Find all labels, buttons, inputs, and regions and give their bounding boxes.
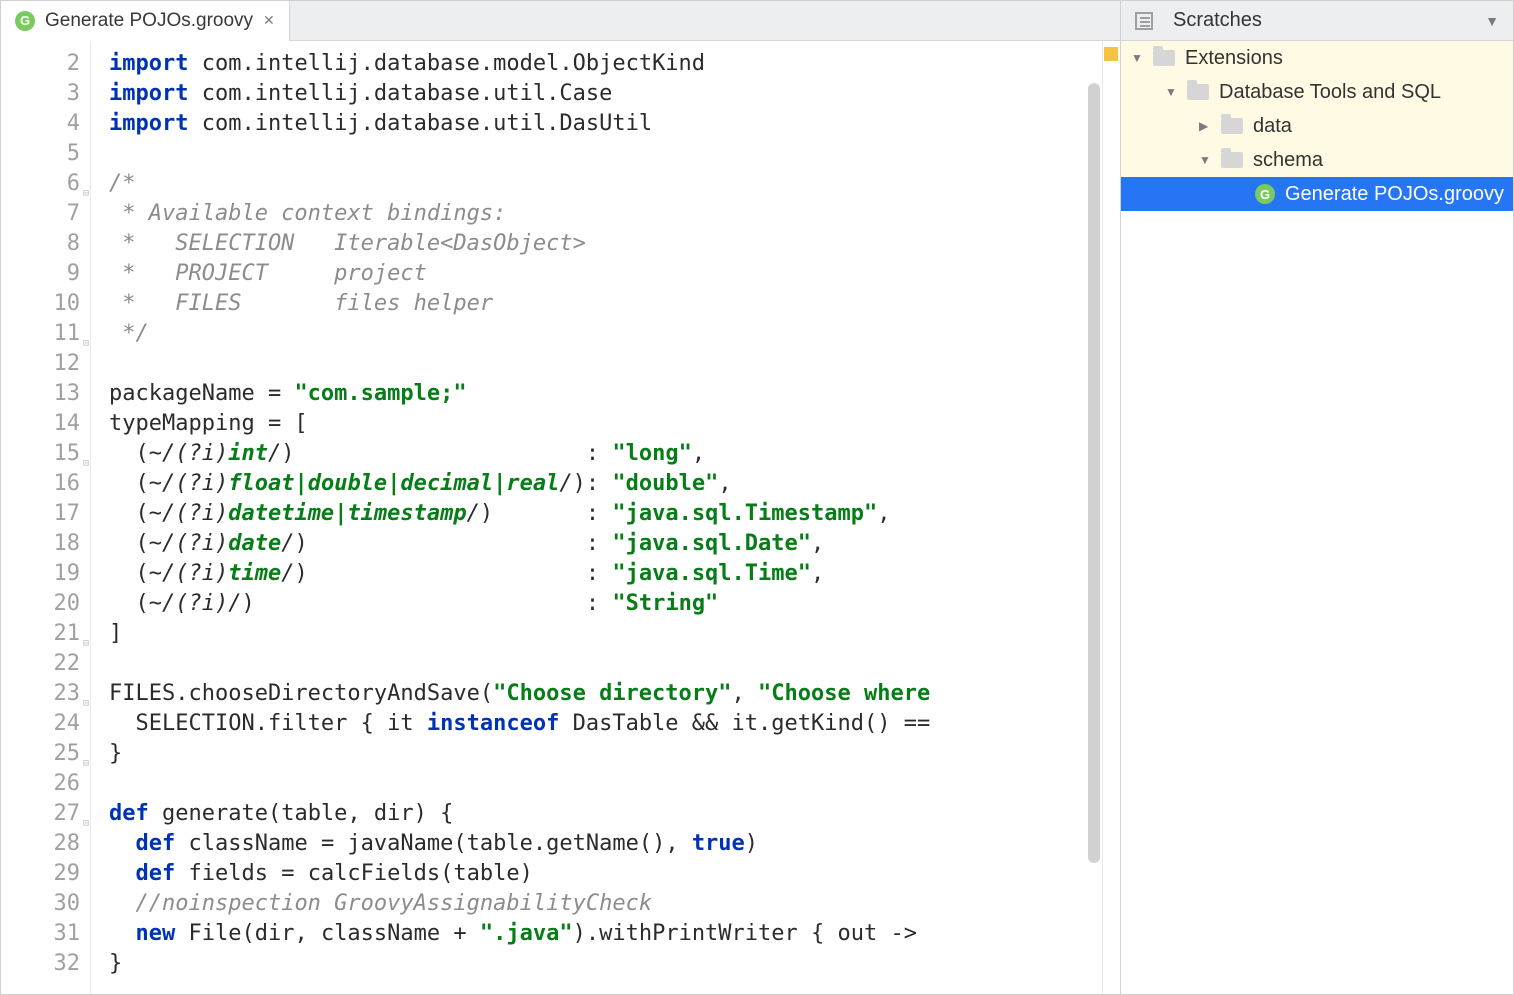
line-number: 31 [1, 919, 80, 949]
chevron-down-icon[interactable]: ▼ [1131, 51, 1149, 65]
editor-pane: G Generate POJOs.groovy ✕ 23456⊟7891011⊟… [1, 1, 1121, 994]
fold-handle-icon[interactable]: ⊟ [79, 629, 89, 639]
toolwindow-header: Scratches ▼ [1121, 1, 1513, 41]
line-number: 22 [1, 649, 80, 679]
tree-node[interactable]: G Generate POJOs.groovy [1121, 177, 1513, 211]
line-number: 15⊟ [1, 439, 80, 469]
chevron-right-icon[interactable]: ▶ [1199, 119, 1217, 133]
line-number: 23⊟ [1, 679, 80, 709]
tree-node[interactable]: ▶ data [1121, 109, 1513, 143]
editor-body: 23456⊟7891011⊟12131415⊟161718192021⊟2223… [1, 41, 1120, 994]
groovy-file-icon: G [15, 11, 35, 31]
tree-node-label: data [1253, 115, 1292, 138]
line-number: 30 [1, 889, 80, 919]
line-number: 25⊟ [1, 739, 80, 769]
line-number: 26 [1, 769, 80, 799]
line-number: 28 [1, 829, 80, 859]
chevron-down-icon[interactable]: ▼ [1165, 85, 1183, 99]
close-icon[interactable]: ✕ [263, 12, 275, 29]
line-number: 2 [1, 49, 80, 79]
fold-handle-icon[interactable]: ⊟ [79, 749, 89, 759]
fold-handle-icon[interactable]: ⊟ [79, 449, 89, 459]
line-number: 14 [1, 409, 80, 439]
line-number: 11⊟ [1, 319, 80, 349]
tree-node[interactable]: ▼ Extensions [1121, 41, 1513, 75]
vertical-scrollbar[interactable] [1088, 83, 1100, 863]
project-tree[interactable]: ▼ Extensions ▼ Database Tools and SQL ▶ data ▼… [1121, 41, 1513, 994]
line-number: 9 [1, 259, 80, 289]
editor-gutter: 23456⊟7891011⊟12131415⊟161718192021⊟2223… [1, 41, 91, 994]
chevron-down-icon[interactable]: ▼ [1485, 13, 1499, 29]
tree-node[interactable]: ▼ Database Tools and SQL [1121, 75, 1513, 109]
fold-handle-icon[interactable]: ⊟ [79, 689, 89, 699]
line-number: 8 [1, 229, 80, 259]
line-number: 17 [1, 499, 80, 529]
warning-marker[interactable] [1104, 47, 1118, 61]
editor-tab-active[interactable]: G Generate POJOs.groovy ✕ [1, 1, 290, 41]
tree-node-label: Generate POJOs.groovy [1285, 183, 1504, 206]
editor-text-area[interactable]: import com.intellij.database.model.Objec… [91, 41, 1102, 994]
line-number: 20 [1, 589, 80, 619]
line-number: 18 [1, 529, 80, 559]
line-number: 24 [1, 709, 80, 739]
tree-node-label: Database Tools and SQL [1219, 81, 1441, 104]
line-number: 19 [1, 559, 80, 589]
scratches-toolwindow: Scratches ▼ ▼ Extensions ▼ Database Tools a… [1121, 1, 1513, 994]
line-number: 21⊟ [1, 619, 80, 649]
line-number: 6⊟ [1, 169, 80, 199]
editor-tabbar: G Generate POJOs.groovy ✕ [1, 1, 1120, 41]
line-number: 12 [1, 349, 80, 379]
fold-handle-icon[interactable]: ⊟ [79, 179, 89, 189]
chevron-down-icon[interactable]: ▼ [1199, 153, 1217, 167]
folder-icon [1187, 84, 1209, 100]
tree-node-label: schema [1253, 149, 1323, 172]
line-number: 10 [1, 289, 80, 319]
groovy-file-icon: G [1255, 184, 1275, 204]
fold-handle-icon[interactable]: ⊟ [79, 329, 89, 339]
line-number: 29 [1, 859, 80, 889]
line-number: 5 [1, 139, 80, 169]
line-number: 4 [1, 109, 80, 139]
scratches-icon [1135, 12, 1153, 30]
line-number: 3 [1, 79, 80, 109]
editor-right-stripe [1102, 41, 1120, 994]
line-number: 16 [1, 469, 80, 499]
fold-handle-icon[interactable]: ⊟ [79, 809, 89, 819]
line-number: 7 [1, 199, 80, 229]
line-number: 32 [1, 949, 80, 979]
folder-icon [1153, 50, 1175, 66]
editor-tab-label: Generate POJOs.groovy [45, 10, 253, 32]
folder-icon [1221, 118, 1243, 134]
line-number: 27⊟ [1, 799, 80, 829]
toolwindow-title: Scratches [1173, 9, 1262, 32]
line-number: 13 [1, 379, 80, 409]
tree-node-label: Extensions [1185, 47, 1283, 70]
folder-icon [1221, 152, 1243, 168]
tree-node[interactable]: ▼ schema [1121, 143, 1513, 177]
